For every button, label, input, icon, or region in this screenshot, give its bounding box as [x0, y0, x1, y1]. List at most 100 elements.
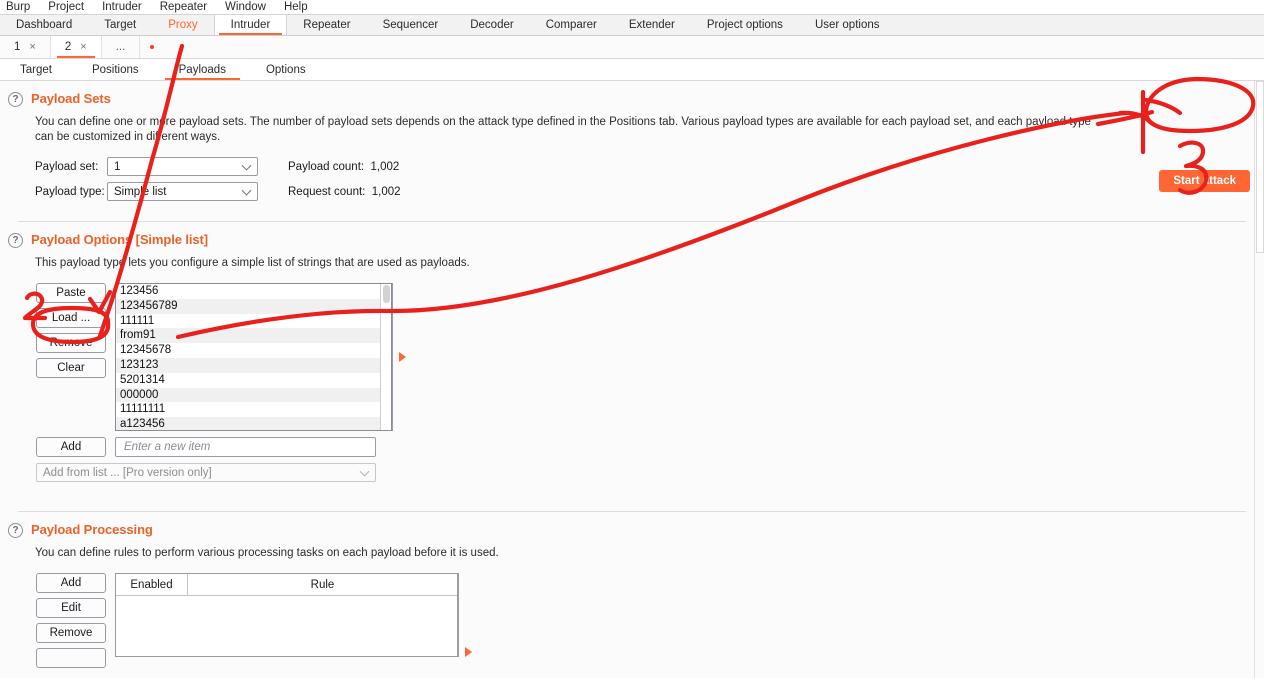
processing-rules-table[interactable]: Enabled Rule — [115, 573, 458, 657]
processing-rules-area: Add Edit Remove Enabled Rule — [0, 573, 1264, 668]
payload-type-select[interactable]: Simple list — [107, 182, 258, 201]
load-button[interactable]: Load ... — [36, 308, 106, 328]
new-tab-dot-icon — [150, 45, 155, 49]
new-attack-tab-button[interactable] — [140, 36, 164, 58]
menu-item-help[interactable]: Help — [284, 1, 321, 13]
payload-sets-header: ? Payload Sets — [0, 81, 1264, 107]
remove-rule-button[interactable]: Remove — [36, 623, 106, 643]
tab-intruder[interactable]: Intruder — [213, 15, 288, 35]
request-count: Request count: 1,002 — [288, 186, 401, 198]
payload-set-value: 1 — [114, 160, 121, 173]
sub-tab-target[interactable]: Target — [0, 59, 72, 80]
expand-right-icon[interactable] — [465, 647, 472, 657]
payload-processing-description: You can define rules to perform various … — [35, 547, 499, 559]
payload-processing-header: ? Payload Processing — [0, 512, 1264, 538]
column-header-rule[interactable]: Rule — [188, 574, 457, 595]
chevron-down-icon — [241, 185, 252, 196]
attack-tab-1[interactable]: 1 × — [0, 36, 51, 58]
tab-proxy[interactable]: Proxy — [152, 15, 213, 35]
sub-tab-payloads[interactable]: Payloads — [159, 59, 246, 80]
request-count-value: 1,002 — [371, 185, 401, 198]
help-icon[interactable]: ? — [8, 523, 23, 538]
sub-tab-options[interactable]: Options — [246, 59, 326, 80]
payload-sets-section: ? Payload Sets You can define one or mor… — [0, 81, 1264, 222]
attack-tab-bar: 1 × 2 × ... — [0, 36, 1264, 59]
edit-rule-button[interactable]: Edit — [36, 598, 106, 618]
main-tab-bar: Dashboard Target Proxy Intruder Repeater… — [0, 14, 1264, 36]
add-from-list-select[interactable]: Add from list ... [Pro version only] — [36, 463, 376, 482]
payload-set-label: Payload set: — [35, 160, 99, 173]
processing-splitter[interactable] — [458, 573, 472, 657]
panel-splitter[interactable] — [392, 283, 406, 431]
payload-type-row: Payload type: Simple list Request count:… — [0, 182, 1264, 201]
tab-comparer[interactable]: Comparer — [530, 15, 613, 35]
payload-options-description: This payload type lets you configure a s… — [35, 257, 470, 269]
new-item-input[interactable]: Enter a new item — [115, 437, 376, 457]
tab-sequencer[interactable]: Sequencer — [367, 15, 455, 35]
add-rule-button[interactable]: Add — [36, 573, 106, 593]
attack-tab-2-label: 2 — [64, 41, 72, 53]
add-from-list-row: Add from list ... [Pro version only] — [0, 463, 1264, 482]
payload-count-value: 1,002 — [370, 160, 400, 173]
menu-item-intruder[interactable]: Intruder — [102, 1, 155, 13]
remove-button[interactable]: Remove — [36, 333, 106, 353]
payload-options-title: Payload Options [Simple list] — [31, 232, 208, 247]
tab-project-options[interactable]: Project options — [691, 15, 799, 35]
list-item[interactable]: 12345678 — [116, 343, 391, 358]
payload-set-select[interactable]: 1 — [107, 157, 258, 176]
scrollbar-thumb[interactable] — [383, 285, 390, 303]
intruder-sub-tab-bar: Target Positions Payloads Options — [0, 59, 1264, 81]
burp-suite-window: Burp Project Intruder Repeater Window He… — [0, 0, 1264, 683]
list-item[interactable]: from91 — [116, 328, 391, 344]
list-item[interactable]: 111111 — [116, 314, 391, 329]
list-item[interactable]: 123456 — [116, 284, 391, 299]
payload-options-header: ? Payload Options [Simple list] — [0, 222, 1264, 248]
payload-count: Payload count: 1,002 — [288, 161, 399, 173]
payload-list-scrollbar[interactable] — [380, 284, 391, 430]
add-payload-button[interactable]: Add — [36, 437, 106, 457]
tab-repeater[interactable]: Repeater — [287, 15, 366, 35]
payload-options-section: ? Payload Options [Simple list] This pay… — [0, 222, 1264, 512]
menu-bar: Burp Project Intruder Repeater Window He… — [0, 0, 1264, 14]
help-icon[interactable]: ? — [8, 92, 23, 107]
tab-target[interactable]: Target — [88, 15, 152, 35]
attack-tab-overflow[interactable]: ... — [102, 36, 141, 58]
panel-scrollbar[interactable] — [1254, 81, 1264, 678]
splitter-bar — [458, 573, 459, 657]
splitter-bar — [392, 283, 393, 431]
column-header-enabled[interactable]: Enabled — [116, 574, 188, 595]
close-icon[interactable]: × — [29, 41, 35, 53]
list-item[interactable]: 5201314 — [116, 373, 391, 388]
payload-list[interactable]: 123456 123456789 111111 from91 12345678 … — [115, 283, 392, 431]
close-icon[interactable]: × — [80, 41, 86, 53]
payloads-panel: Start attack ? Payload Sets You can defi… — [0, 81, 1264, 678]
list-item[interactable]: 11111111 — [116, 402, 391, 417]
clear-rules-button[interactable] — [36, 648, 106, 668]
list-item[interactable]: a123456 — [116, 417, 391, 430]
menu-item-project[interactable]: Project — [48, 1, 97, 13]
help-icon[interactable]: ? — [8, 233, 23, 248]
tab-extender[interactable]: Extender — [613, 15, 691, 35]
tab-user-options[interactable]: User options — [799, 15, 896, 35]
payload-type-label: Payload type: — [35, 185, 105, 198]
list-item[interactable]: 123123 — [116, 357, 391, 373]
clear-button[interactable]: Clear — [36, 358, 106, 378]
tab-decoder[interactable]: Decoder — [454, 15, 529, 35]
chevron-down-icon — [359, 466, 370, 477]
paste-button[interactable]: Paste — [36, 283, 106, 303]
payload-count-label: Payload count: — [288, 160, 365, 173]
menu-item-repeater[interactable]: Repeater — [160, 1, 220, 13]
attack-tab-2[interactable]: 2 × — [50, 36, 102, 58]
scrollbar-thumb[interactable] — [1256, 81, 1264, 253]
expand-right-icon[interactable] — [399, 352, 406, 362]
chevron-down-icon — [241, 160, 252, 171]
add-item-row: Add Enter a new item — [0, 437, 1264, 457]
list-item[interactable]: 123456789 — [116, 298, 391, 314]
payload-list-area: Paste Load ... Remove Clear 123456 12345… — [0, 283, 1264, 431]
sub-tab-positions[interactable]: Positions — [72, 59, 159, 80]
menu-item-burp[interactable]: Burp — [6, 1, 43, 13]
list-item[interactable]: 000000 — [116, 387, 391, 403]
payload-set-row: Payload set: 1 Payload count: 1,002 — [0, 157, 1264, 176]
tab-dashboard[interactable]: Dashboard — [0, 15, 88, 35]
menu-item-window[interactable]: Window — [225, 1, 279, 13]
